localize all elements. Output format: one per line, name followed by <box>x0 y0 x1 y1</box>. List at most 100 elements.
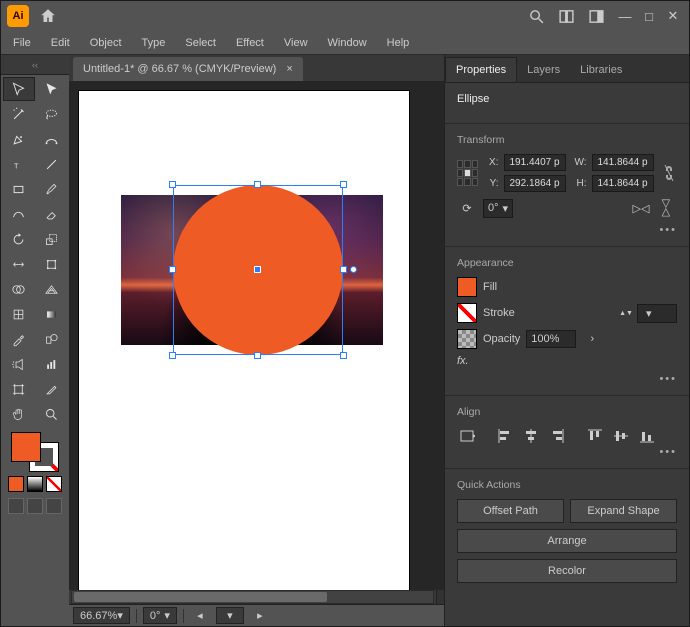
paintbrush-tool[interactable] <box>36 177 68 201</box>
symbol-sprayer-tool[interactable] <box>3 352 35 376</box>
shaper-tool[interactable] <box>3 202 35 226</box>
pen-tool[interactable] <box>3 127 35 151</box>
flip-vertical-icon[interactable]: ▷◁ <box>657 198 677 218</box>
pie-widget[interactable] <box>350 266 357 273</box>
mesh-tool[interactable] <box>3 302 35 326</box>
flip-horizontal-icon[interactable]: ▷◁ <box>631 198 651 218</box>
stroke-weight-stepper[interactable]: ▲▼ <box>621 304 631 322</box>
x-field[interactable] <box>504 154 566 171</box>
column-graph-tool[interactable] <box>36 352 68 376</box>
minimize-button[interactable]: — <box>615 8 635 24</box>
align-more-icon[interactable]: ••• <box>457 446 677 458</box>
maximize-button[interactable]: □ <box>639 8 659 24</box>
align-vcenter-icon[interactable] <box>611 426 631 446</box>
handle-bottom[interactable] <box>254 352 261 359</box>
eyedropper-tool[interactable] <box>3 327 35 351</box>
handle-bottom-right[interactable] <box>340 352 347 359</box>
blend-tool[interactable] <box>36 327 68 351</box>
arrange-button[interactable]: Arrange <box>457 529 677 553</box>
artboard-nav-field[interactable]: ▾ <box>216 607 244 624</box>
offset-path-button[interactable]: Offset Path <box>457 499 564 523</box>
tab-properties[interactable]: Properties <box>445 57 517 82</box>
menu-type[interactable]: Type <box>134 34 174 52</box>
draw-inside[interactable] <box>46 498 62 514</box>
rotate-view-field[interactable]: 0°▾ <box>143 607 177 624</box>
artboard-prev-icon[interactable]: ◂ <box>190 606 210 626</box>
free-transform-tool[interactable] <box>36 252 68 276</box>
line-segment-tool[interactable] <box>36 152 68 176</box>
width-tool[interactable] <box>3 252 35 276</box>
selection-tool[interactable] <box>3 77 35 101</box>
align-right-icon[interactable] <box>547 426 567 446</box>
align-hcenter-icon[interactable] <box>521 426 541 446</box>
curvature-tool[interactable] <box>36 127 68 151</box>
artboard-tool[interactable] <box>3 377 35 401</box>
tab-layers[interactable]: Layers <box>517 58 570 82</box>
align-left-icon[interactable] <box>495 426 515 446</box>
menu-help[interactable]: Help <box>379 34 418 52</box>
expand-shape-button[interactable]: Expand Shape <box>570 499 677 523</box>
handle-top-left[interactable] <box>169 181 176 188</box>
handle-top[interactable] <box>254 181 261 188</box>
rotate-tool[interactable] <box>3 227 35 251</box>
menu-window[interactable]: Window <box>320 34 375 52</box>
stroke-swatch-button[interactable] <box>457 303 477 323</box>
color-mode-none[interactable] <box>46 476 62 492</box>
h-field[interactable] <box>592 175 654 192</box>
fill-swatch[interactable] <box>11 432 41 462</box>
magic-wand-tool[interactable] <box>3 102 35 126</box>
menu-select[interactable]: Select <box>177 34 224 52</box>
hand-tool[interactable] <box>3 402 35 426</box>
color-mode-gradient[interactable] <box>27 476 43 492</box>
tab-libraries[interactable]: Libraries <box>570 58 632 82</box>
home-icon[interactable] <box>37 5 59 27</box>
slice-tool[interactable] <box>36 377 68 401</box>
draw-behind[interactable] <box>27 498 43 514</box>
arrange-documents-icon[interactable] <box>555 5 577 27</box>
transform-more-icon[interactable]: ••• <box>457 224 677 236</box>
center-point[interactable] <box>254 266 261 273</box>
w-field[interactable] <box>592 154 654 171</box>
appearance-more-icon[interactable]: ••• <box>457 373 677 385</box>
handle-right[interactable] <box>340 266 347 273</box>
horizontal-scrollbar[interactable] <box>71 590 434 604</box>
link-wh-icon[interactable] <box>660 163 677 183</box>
opacity-field[interactable]: 100% <box>526 330 576 348</box>
handle-left[interactable] <box>169 266 176 273</box>
lasso-tool[interactable] <box>36 102 68 126</box>
rectangle-tool[interactable] <box>3 177 35 201</box>
type-tool[interactable]: T <box>3 152 35 176</box>
toolbar-handle[interactable]: ‹‹ <box>1 55 69 75</box>
perspective-grid-tool[interactable] <box>36 277 68 301</box>
close-button[interactable]: ✕ <box>663 8 683 24</box>
align-to-icon[interactable] <box>457 426 477 446</box>
selected-ellipse[interactable] <box>173 185 343 355</box>
menu-object[interactable]: Object <box>82 34 130 52</box>
recolor-button[interactable]: Recolor <box>457 559 677 583</box>
zoom-field[interactable]: 66.67%▾ <box>73 607 130 624</box>
eraser-tool[interactable] <box>36 202 68 226</box>
opacity-flyout-icon[interactable]: › <box>582 329 602 349</box>
search-icon[interactable] <box>525 5 547 27</box>
gradient-tool[interactable] <box>36 302 68 326</box>
stroke-weight-field[interactable]: ▾ <box>637 304 677 323</box>
menu-file[interactable]: File <box>5 34 39 52</box>
reference-point-grid[interactable] <box>457 160 478 186</box>
direct-selection-tool[interactable] <box>36 77 68 101</box>
scale-tool[interactable] <box>36 227 68 251</box>
handle-bottom-left[interactable] <box>169 352 176 359</box>
workspace-switcher-icon[interactable] <box>585 5 607 27</box>
fill-stroke-swatch[interactable] <box>11 432 59 472</box>
zoom-tool[interactable] <box>36 402 68 426</box>
color-mode-solid[interactable] <box>8 476 24 492</box>
draw-normal[interactable] <box>8 498 24 514</box>
handle-top-right[interactable] <box>340 181 347 188</box>
artboard-next-icon[interactable]: ▸ <box>250 606 270 626</box>
document-tab-close-icon[interactable]: × <box>286 63 292 75</box>
menu-effect[interactable]: Effect <box>228 34 272 52</box>
align-bottom-icon[interactable] <box>637 426 657 446</box>
shape-builder-tool[interactable] <box>3 277 35 301</box>
y-field[interactable] <box>504 175 566 192</box>
document-tab[interactable]: Untitled-1* @ 66.67 % (CMYK/Preview) × <box>73 57 303 81</box>
menu-view[interactable]: View <box>276 34 316 52</box>
